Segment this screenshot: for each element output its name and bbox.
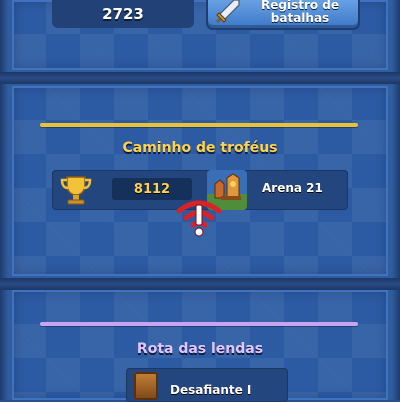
- trophy-count-box: 2723: [52, 0, 194, 28]
- path-of-legends-accent-line: [40, 322, 358, 326]
- battle-log-label-line2: batalhas: [270, 11, 330, 25]
- sword-icon: [216, 0, 240, 23]
- trophy-cup-icon: [60, 176, 92, 205]
- wifi-warning-icon: [176, 200, 222, 237]
- trophy-road-trophies: 8112: [133, 181, 171, 197]
- trophy-count: 2723: [102, 5, 144, 23]
- trophy-road-title[interactable]: Caminho de troféus: [0, 140, 400, 156]
- arena-label: Arena 21: [262, 181, 323, 195]
- path-of-legends-title[interactable]: Rota das lendas: [0, 341, 400, 357]
- trophy-road-accent-line: [40, 123, 358, 127]
- legend-rank-label: Desafiante I: [170, 383, 252, 397]
- legend-rank-icon: [134, 372, 158, 400]
- divider: [0, 278, 400, 290]
- battle-log-button[interactable]: Registro de batalhas: [206, 0, 360, 30]
- battle-log-label: Registro de batalhas: [242, 0, 358, 25]
- divider: [0, 72, 400, 84]
